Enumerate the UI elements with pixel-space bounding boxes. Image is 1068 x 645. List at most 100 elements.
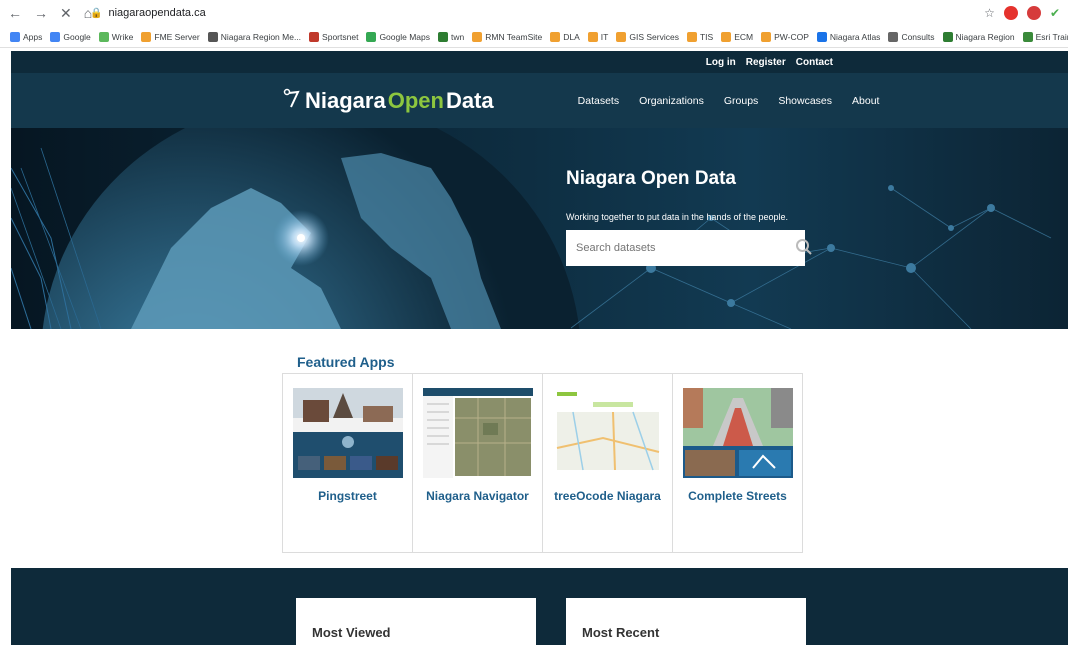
app-card-treeocode[interactable]: treeOcode Niagara — [542, 373, 673, 553]
bookmark-favicon-icon — [98, 31, 109, 42]
bookmark-favicon-icon — [686, 31, 697, 42]
register-link[interactable]: Register — [746, 57, 786, 68]
bookmark-item[interactable]: IT — [587, 31, 609, 42]
bookmark-item[interactable]: RMN TeamSite — [472, 31, 543, 42]
bookmark-label: twn — [451, 31, 465, 42]
hero-title: Niagara Open Data — [566, 168, 736, 189]
bookmark-item[interactable]: Niagara Region — [942, 31, 1015, 42]
bookmark-item[interactable]: DLA — [550, 31, 580, 42]
bookmark-item[interactable]: twn — [438, 31, 465, 42]
bookmark-favicon-icon — [438, 31, 448, 42]
hero-subtitle: Working together to put data in the hand… — [566, 212, 788, 222]
opera-icon[interactable] — [1003, 6, 1018, 20]
bookmark-label: Google Maps — [379, 31, 430, 42]
back-icon[interactable]: ← — [8, 5, 22, 22]
nav-groups[interactable]: Groups — [724, 95, 758, 107]
bookmark-favicon-icon — [1022, 31, 1033, 42]
adblock-icon[interactable] — [1026, 6, 1041, 20]
star-icon[interactable]: ☆ — [984, 6, 995, 20]
bookmark-item[interactable]: GIS Services — [616, 31, 679, 42]
nav-datasets[interactable]: Datasets — [578, 95, 619, 107]
app-card-niagara-navigator[interactable]: Niagara Navigator — [412, 373, 543, 553]
bookmark-label: Google — [63, 31, 91, 42]
bookmark-favicon-icon — [888, 31, 899, 42]
browser-nav: ← → ✕ ⌂ — [8, 5, 92, 22]
bookmark-favicon-icon — [761, 31, 772, 42]
most-viewed-panel: Most Viewed — [296, 598, 536, 645]
bookmark-label: GIS Services — [629, 31, 679, 42]
bookmark-label: ECM — [734, 31, 754, 42]
bookmark-item[interactable]: Niagara Region Me... — [207, 31, 301, 42]
featured-apps-heading: Featured Apps — [297, 354, 395, 370]
app-card-pingstreet[interactable]: Pingstreet — [282, 373, 413, 553]
search-box — [566, 230, 812, 266]
app-name-complete-streets[interactable]: Complete Streets — [673, 489, 802, 503]
url-text: niagaraopendata.ca — [108, 7, 206, 19]
most-recent-heading: Most Recent — [582, 625, 660, 640]
forward-icon[interactable]: → — [34, 5, 48, 22]
app-name-niagara-navigator[interactable]: Niagara Navigator — [413, 489, 542, 503]
most-recent-panel: Most Recent — [566, 598, 806, 645]
login-link[interactable]: Log in — [706, 57, 736, 68]
bookmark-item[interactable]: Google Maps — [366, 31, 430, 42]
lock-icon: 🔒 — [90, 7, 103, 19]
pingstreet-thumbnail — [293, 388, 403, 478]
bookmark-favicon-icon — [816, 31, 827, 42]
bookmark-item[interactable]: Esri Training Catalo... — [1022, 31, 1068, 42]
check-icon[interactable]: ✔ — [1050, 6, 1060, 20]
site-page: Log in Register Contact Niagara Open Data … — [11, 51, 1068, 645]
search-input[interactable] — [576, 242, 766, 254]
app-name-treeocode[interactable]: treeOcode Niagara — [543, 489, 672, 503]
bookmark-item[interactable]: ECM — [721, 31, 754, 42]
bookmark-label: PW-COP — [774, 31, 809, 42]
logo-text-data: Data — [445, 87, 494, 113]
contact-link[interactable]: Contact — [796, 57, 833, 68]
bookmark-favicon-icon — [472, 31, 483, 42]
bookmark-favicon-icon — [942, 31, 953, 42]
bookmark-label: Wrike — [111, 31, 134, 42]
bookmark-item[interactable]: Google — [50, 31, 91, 42]
bookmark-favicon-icon — [207, 31, 218, 42]
globe-network-image — [11, 128, 1052, 329]
bookmark-item[interactable]: Niagara Atlas — [816, 31, 880, 42]
bookmark-label: Esri Training Catalo... — [1035, 31, 1068, 42]
bookmark-favicon-icon — [141, 31, 152, 42]
nav-showcases[interactable]: Showcases — [778, 95, 832, 107]
app-card-complete-streets[interactable]: Complete Streets — [672, 373, 803, 553]
bookmark-item[interactable]: PW-COP — [761, 31, 809, 42]
bookmark-item[interactable]: Sportsnet — [309, 31, 359, 42]
main-nav: Datasets Organizations Groups Showcases … — [578, 95, 880, 107]
bookmark-label: FME Server — [154, 31, 200, 42]
bookmark-label: DLA — [563, 31, 580, 42]
app-name-pingstreet[interactable]: Pingstreet — [283, 489, 412, 503]
site-logo[interactable]: Niagara Open Data — [283, 87, 494, 114]
bookmark-label: Apps — [23, 31, 43, 42]
bookmark-favicon-icon — [309, 31, 320, 42]
bookmark-item[interactable]: Wrike — [98, 31, 134, 42]
treeocode-thumbnail — [553, 388, 663, 478]
bookmark-favicon-icon — [50, 31, 61, 42]
bookmark-label: IT — [600, 31, 609, 42]
stats-band — [11, 568, 1068, 645]
close-icon[interactable]: ✕ — [60, 5, 72, 22]
hero-banner: Niagara Open Data Working together to pu… — [11, 128, 1068, 329]
bookmark-label: TIS — [699, 31, 714, 42]
bookmark-label: Sportsnet — [322, 31, 359, 42]
bookmarks-bar: Apps Google Wrike FME Server Niagara Region … — [0, 26, 1068, 48]
logo-text-open: Open — [387, 87, 444, 113]
bookmark-item[interactable]: Apps — [10, 31, 43, 42]
bookmark-favicon-icon — [721, 31, 732, 42]
bookmark-favicon-icon — [366, 31, 377, 42]
niagara-navigator-thumbnail — [423, 388, 533, 478]
bookmark-item[interactable]: FME Server — [141, 31, 200, 42]
nav-organizations[interactable]: Organizations — [639, 95, 704, 107]
main-header: Niagara Open Data Datasets Organizations G… — [11, 73, 1068, 128]
most-viewed-heading: Most Viewed — [312, 625, 391, 640]
bookmark-item[interactable]: TIS — [686, 31, 714, 42]
address-bar[interactable]: 🔒 niagaraopendata.ca — [90, 2, 984, 24]
logo-node-icon — [283, 87, 301, 114]
bookmark-item[interactable]: Consults — [888, 31, 935, 42]
nav-about[interactable]: About — [852, 95, 879, 107]
bookmark-label: RMN TeamSite — [485, 31, 543, 42]
featured-apps-list: Pingstreet Niagara Navigator treeOcode N… — [282, 373, 803, 553]
